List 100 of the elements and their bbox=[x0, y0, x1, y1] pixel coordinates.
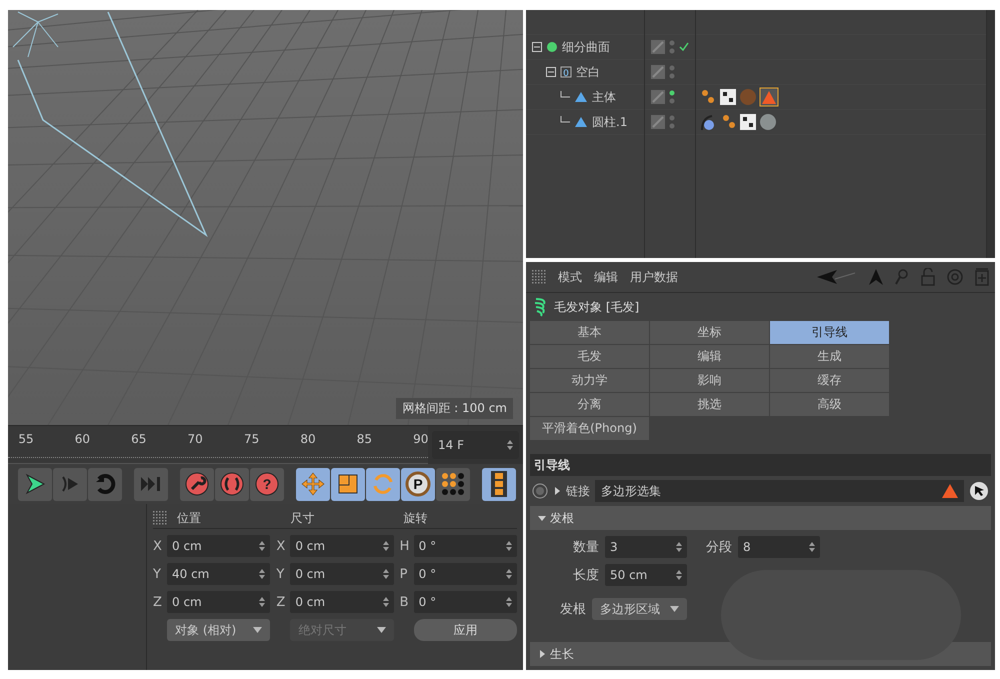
radio-circle-icon[interactable] bbox=[532, 483, 548, 499]
collapse-box-icon[interactable] bbox=[532, 42, 542, 52]
menu-item[interactable]: 模式 bbox=[558, 268, 582, 286]
column-header: 位置 bbox=[177, 510, 202, 526]
back-arrow-icon[interactable] bbox=[817, 269, 857, 285]
frame-number: 70 bbox=[188, 432, 203, 446]
caret-icon bbox=[253, 627, 262, 633]
number-field[interactable]: 0 ° bbox=[414, 535, 517, 557]
property-tab[interactable]: 分离 bbox=[530, 393, 649, 416]
property-tab[interactable]: 动力学 bbox=[530, 369, 649, 392]
axis-label: Z bbox=[153, 594, 163, 610]
caret-icon bbox=[670, 606, 679, 612]
rotate-icon bbox=[371, 472, 395, 496]
3d-viewport[interactable]: 网格间距 : 100 cm bbox=[8, 10, 523, 425]
property-tab[interactable]: 基本 bbox=[530, 321, 649, 344]
apply-button[interactable]: 应用 bbox=[414, 619, 517, 641]
property-tab[interactable]: 编辑 bbox=[650, 345, 769, 368]
dropdown[interactable]: 多边形区域 bbox=[592, 598, 687, 620]
disclosure-triangle-icon[interactable] bbox=[538, 514, 546, 522]
loop-icon bbox=[94, 473, 116, 495]
number-field[interactable]: 3 bbox=[605, 536, 687, 558]
spinner-arrows-icon[interactable] bbox=[506, 597, 512, 607]
spinner-arrows-icon[interactable] bbox=[382, 541, 389, 551]
menu-item[interactable]: 编辑 bbox=[594, 268, 618, 286]
grip-icon bbox=[153, 511, 167, 525]
visibility-dots-icon[interactable] bbox=[669, 115, 675, 129]
number-field[interactable]: 50 cm bbox=[605, 564, 687, 586]
disclosure-triangle-icon[interactable] bbox=[553, 487, 561, 495]
film-strip-icon bbox=[490, 470, 508, 498]
frame-number: 75 bbox=[244, 432, 260, 446]
layer-swatch-icon[interactable] bbox=[651, 115, 665, 129]
pointer-circle-icon[interactable] bbox=[969, 481, 989, 501]
property-tab[interactable]: 平滑着色(Phong) bbox=[530, 417, 649, 440]
toolbar-button[interactable]: ? bbox=[250, 468, 284, 500]
number-field[interactable]: 0 ° bbox=[414, 563, 517, 585]
number-field[interactable]: 40 cm bbox=[167, 563, 270, 585]
spinner-arrows-icon[interactable] bbox=[506, 569, 512, 579]
toolbar-button[interactable] bbox=[18, 468, 52, 500]
menu-item[interactable]: 用户数据 bbox=[630, 268, 678, 286]
property-tab[interactable]: 挑选 bbox=[650, 393, 769, 416]
timeline-ruler[interactable]: 55 60 65 70 75 80 85 90 bbox=[8, 426, 428, 464]
spinner-arrows-icon[interactable] bbox=[259, 541, 266, 551]
group-header[interactable]: 发根 bbox=[530, 506, 991, 530]
scrollbar[interactable] bbox=[987, 10, 995, 258]
axis-label: Y bbox=[276, 566, 286, 582]
scale-box-icon bbox=[337, 473, 359, 495]
number-field[interactable]: 0 cm bbox=[290, 591, 394, 613]
spinner-arrows-icon[interactable] bbox=[809, 542, 815, 552]
property-tab[interactable]: 引导线 bbox=[770, 321, 889, 344]
warning-triangle-icon bbox=[942, 484, 958, 498]
toolbar-button[interactable] bbox=[215, 468, 249, 500]
checkmark-icon[interactable] bbox=[679, 42, 689, 52]
spinner-arrows-icon[interactable] bbox=[676, 542, 682, 552]
field-label: 分段 bbox=[705, 539, 732, 556]
number-field[interactable]: 0 cm bbox=[290, 563, 394, 585]
object-name[interactable]: 空白 bbox=[576, 64, 600, 80]
dropdown[interactable]: 对象 (相对) bbox=[167, 619, 270, 641]
layer-swatch-icon[interactable] bbox=[651, 65, 665, 79]
layer-swatch-icon[interactable] bbox=[651, 90, 665, 104]
number-field[interactable]: 0 cm bbox=[167, 535, 270, 557]
number-field[interactable]: 8 bbox=[738, 536, 820, 558]
number-field[interactable]: 0 cm bbox=[167, 591, 270, 613]
toolbar-button[interactable] bbox=[436, 468, 470, 500]
spinner-arrows-icon[interactable] bbox=[676, 570, 682, 580]
property-tab[interactable]: 缓存 bbox=[770, 369, 889, 392]
object-name[interactable]: 细分曲面 bbox=[562, 38, 610, 56]
link-field[interactable]: 多边形选集 bbox=[595, 480, 964, 502]
triangle-mesh-icon bbox=[574, 116, 588, 128]
visibility-dots-icon[interactable] bbox=[669, 40, 675, 54]
number-field[interactable]: 0 ° bbox=[414, 591, 517, 613]
property-tab[interactable]: 高级 bbox=[770, 393, 889, 416]
grid-spacing-label: 网格间距 : 100 cm bbox=[396, 398, 513, 419]
property-tab[interactable]: 毛发 bbox=[530, 345, 649, 368]
toolbar-button[interactable] bbox=[331, 468, 365, 500]
field-label: 长度 bbox=[572, 567, 599, 584]
object-name[interactable]: 主体 bbox=[592, 88, 616, 106]
property-tab[interactable]: 生成 bbox=[770, 345, 889, 368]
play-icon bbox=[24, 473, 46, 495]
visibility-dots-icon[interactable] bbox=[669, 65, 675, 79]
property-tab[interactable]: 坐标 bbox=[650, 321, 769, 344]
frame-number: 85 bbox=[356, 432, 372, 446]
toolbar-button[interactable] bbox=[482, 468, 516, 500]
visibility-dots-icon[interactable] bbox=[669, 90, 675, 104]
triangle-mesh-icon bbox=[574, 91, 588, 103]
frame-field[interactable]: 14 F bbox=[432, 431, 519, 459]
frame-number: 65 bbox=[131, 432, 146, 446]
object-name[interactable]: 圆柱.1 bbox=[592, 114, 628, 130]
spinner-arrows-icon[interactable] bbox=[506, 541, 512, 551]
disclosure-triangle-icon[interactable] bbox=[538, 650, 546, 658]
spinner-arrows-icon[interactable] bbox=[259, 569, 266, 579]
number-field[interactable]: 0 cm bbox=[290, 535, 394, 557]
toolbar-button[interactable] bbox=[180, 468, 214, 500]
layer-swatch-icon[interactable] bbox=[651, 40, 665, 54]
spinner-arrows-icon[interactable] bbox=[382, 569, 389, 579]
spinner-arrows-icon[interactable] bbox=[259, 597, 266, 607]
property-tab[interactable]: 影响 bbox=[650, 369, 769, 392]
spinner-arrows-icon[interactable] bbox=[507, 440, 513, 450]
axis-label: Z bbox=[276, 594, 286, 610]
spinner-arrows-icon[interactable] bbox=[382, 597, 389, 607]
collapse-box-icon[interactable] bbox=[546, 67, 556, 77]
